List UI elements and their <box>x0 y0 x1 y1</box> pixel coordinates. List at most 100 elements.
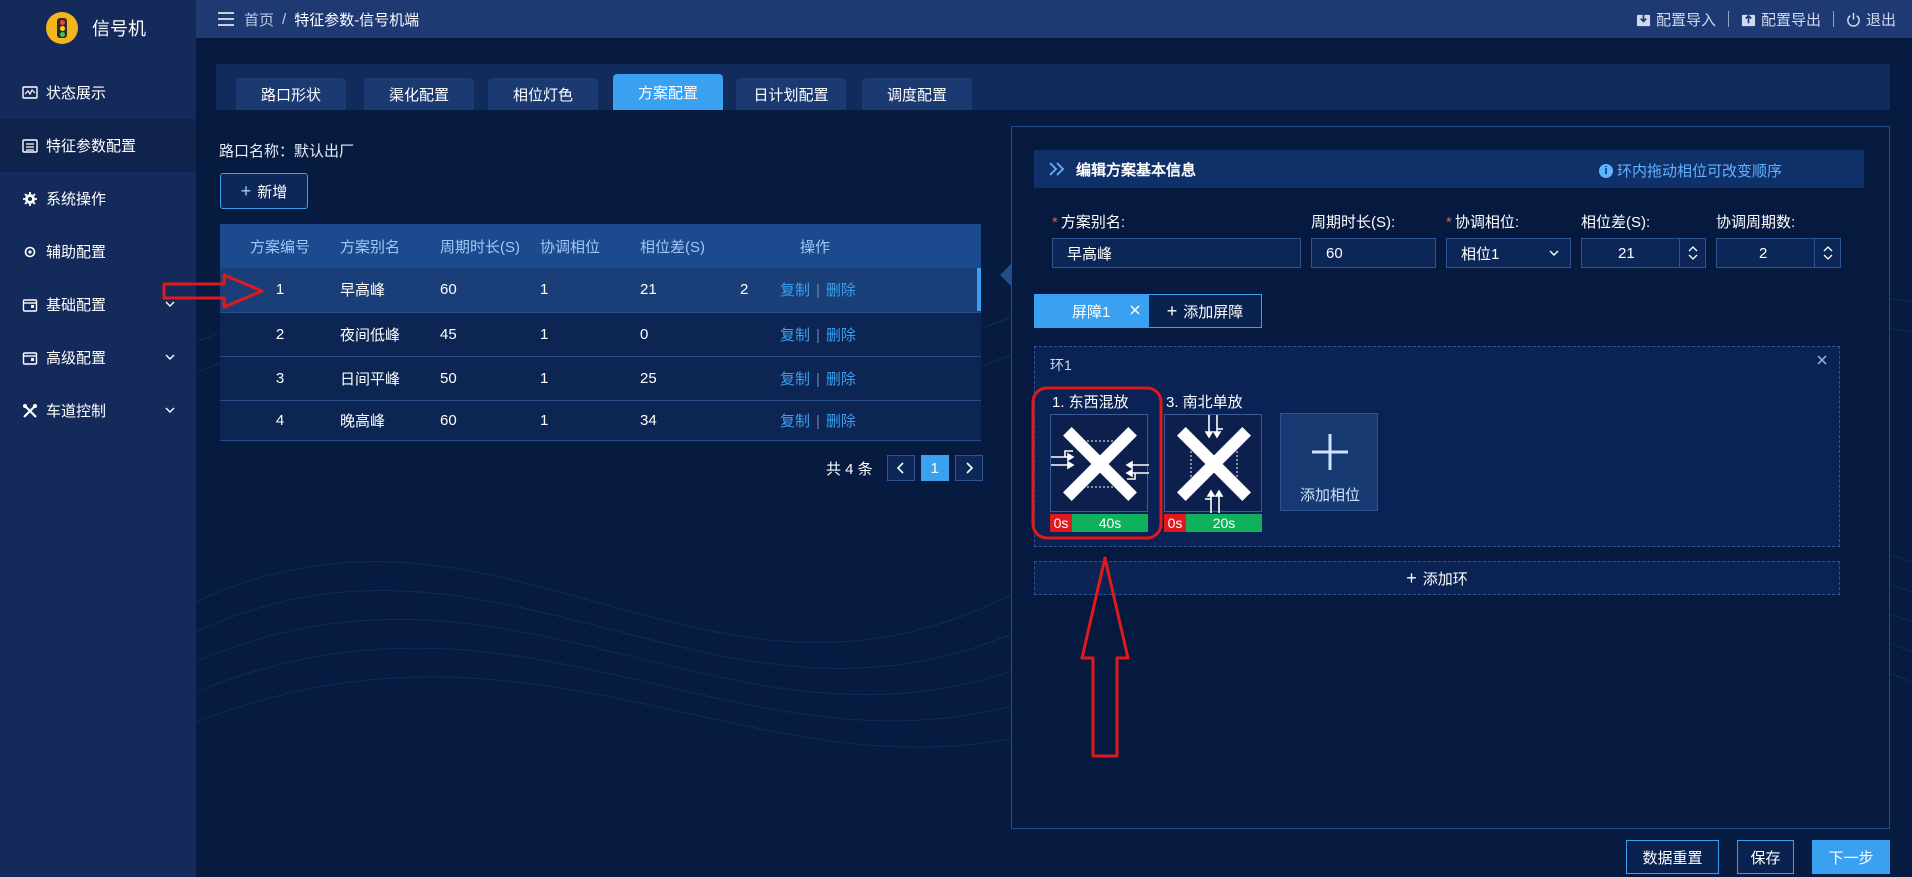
plan-cycle: 60 <box>440 268 540 313</box>
phase-title: 3. 南北单放 <box>1166 394 1243 411</box>
coord-phase-select[interactable]: 相位1 <box>1446 238 1571 268</box>
table-row[interactable]: 3 日间平峰 50 1 25 复制 | 删除 <box>220 356 981 401</box>
table-row[interactable]: 4 晚高峰 60 1 34 复制 | 删除 <box>220 400 981 441</box>
phase-card[interactable]: 3. 南北单放 0s 20s <box>1164 391 1262 532</box>
header-divider <box>1832 11 1834 27</box>
row-actions: 复制 | 删除 <box>780 312 981 357</box>
delete-link[interactable]: 删除 <box>826 327 856 344</box>
cycle-input[interactable]: 60 <box>1311 238 1436 268</box>
add-ring-button[interactable]: + 添加环 <box>1034 561 1840 595</box>
plus-icon: + <box>1406 567 1417 588</box>
plan-cycle: 45 <box>440 312 540 357</box>
chevron-down-icon <box>1549 250 1559 256</box>
coord-phase-label: * 协调相位: <box>1446 211 1519 232</box>
coord-cycles-label: 协调周期数: <box>1716 214 1796 231</box>
stepper-arrows[interactable] <box>1679 239 1705 267</box>
delete-link[interactable]: 删除 <box>826 282 856 299</box>
tab-intersection-shape[interactable]: 路口形状 <box>236 78 346 110</box>
crossing-name-value: 默认出厂 <box>294 143 355 160</box>
table-row[interactable]: 2 夜间低峰 45 1 0 复制 | 删除 <box>220 312 981 357</box>
phase-diagram <box>1164 414 1263 513</box>
sidebar-item-basic-config[interactable]: 基础配置 <box>0 278 196 331</box>
column-header: 相位差(S) <box>640 224 740 268</box>
chevron-left-icon <box>896 462 904 474</box>
plus-icon: + <box>1166 300 1178 321</box>
page-button-current[interactable]: 1 <box>920 455 949 481</box>
sidebar-item-label: 基础配置 <box>46 297 107 314</box>
sidebar-item-lane-control[interactable]: 车道控制 <box>0 384 196 437</box>
breadcrumb-separator: / <box>282 10 287 28</box>
table-row[interactable]: 1 早高峰 60 1 21 2 复制 | 删除 <box>220 268 981 313</box>
add-barrier-label: 添加屏障 <box>1183 303 1244 321</box>
add-barrier-button[interactable]: + 添加屏障 <box>1148 294 1262 328</box>
tab-schedule[interactable]: 调度配置 <box>862 78 972 110</box>
next-step-button[interactable]: 下一步 <box>1812 840 1890 874</box>
close-icon[interactable] <box>1128 303 1142 317</box>
action-divider: | <box>816 370 820 388</box>
close-icon[interactable] <box>1815 353 1829 367</box>
ring-container: 环1 1. 东西混放 0s 40s 3. 南北单放 0s 20s 添加相位 <box>1034 346 1840 547</box>
plan-offset: 0 <box>640 312 740 357</box>
breadcrumb-home[interactable]: 首页 <box>244 9 274 30</box>
tab-phase-lights[interactable]: 相位灯色 <box>488 78 598 110</box>
sidebar-item-system-ops[interactable]: 系统操作 <box>0 172 196 225</box>
pagination: 共 4 条 1 <box>826 455 983 481</box>
delete-link[interactable]: 删除 <box>826 371 856 388</box>
plan-number: 3 <box>220 356 340 401</box>
next-page-button[interactable] <box>954 455 983 481</box>
menu-icon[interactable] <box>218 12 234 26</box>
coord-cycles-stepper[interactable]: 2 <box>1716 238 1841 268</box>
gear-icon <box>22 191 38 207</box>
tab-channelization[interactable]: 渠化配置 <box>364 78 474 110</box>
chevron-up-icon <box>1688 246 1697 252</box>
tab-day-plan[interactable]: 日计划配置 <box>736 78 846 110</box>
logout-button[interactable]: 退出 <box>1846 9 1896 30</box>
offset-stepper[interactable]: 21 <box>1581 238 1706 268</box>
config-import-button[interactable]: 配置导入 <box>1636 9 1716 30</box>
phase-card[interactable]: 1. 东西混放 0s 40s <box>1050 391 1149 532</box>
red-time: 0s <box>1164 514 1186 532</box>
add-phase-button[interactable]: 添加相位 <box>1280 413 1378 511</box>
plan-offset: 25 <box>640 356 740 401</box>
tab-plan-config[interactable]: 方案配置 <box>613 74 723 110</box>
copy-link[interactable]: 复制 <box>780 371 810 388</box>
prev-page-button[interactable] <box>886 455 915 481</box>
copy-link[interactable]: 复制 <box>780 282 810 299</box>
plan-number: 2 <box>220 312 340 357</box>
close-icon[interactable] <box>1051 415 1149 513</box>
drag-hint: i 环内拖动相位可改变顺序 <box>1598 160 1782 181</box>
sidebar-item-status[interactable]: 状态展示 <box>0 66 196 119</box>
drag-hint-text: 环内拖动相位可改变顺序 <box>1616 163 1782 180</box>
traffic-light-icon <box>46 12 78 44</box>
phase-diagram <box>1050 414 1149 513</box>
config-export-button[interactable]: 配置导出 <box>1741 9 1821 30</box>
sidebar-item-aux-config[interactable]: 辅助配置 <box>0 225 196 278</box>
config-export-label: 配置导出 <box>1760 11 1821 29</box>
copy-link[interactable]: 复制 <box>780 413 810 430</box>
green-time: 20s <box>1186 514 1262 532</box>
alias-input[interactable]: 早高峰 <box>1052 238 1301 268</box>
sidebar-item-feature-params[interactable]: 特征参数配置 <box>0 119 196 172</box>
column-header: 操作 <box>780 224 981 268</box>
stepper-arrows[interactable] <box>1814 239 1840 267</box>
plan-coord-cycles <box>740 400 780 441</box>
required-mark: * <box>1446 214 1452 231</box>
plan-alias: 晚高峰 <box>340 400 440 441</box>
barrier-tab[interactable]: 屏障1 <box>1034 294 1148 328</box>
chevron-down-icon <box>165 407 175 413</box>
save-button[interactable]: 保存 <box>1737 840 1794 874</box>
delete-link[interactable]: 删除 <box>826 413 856 430</box>
tools-icon <box>22 403 38 419</box>
data-reset-button[interactable]: 数据重置 <box>1626 840 1719 874</box>
copy-link[interactable]: 复制 <box>780 327 810 344</box>
plan-coord-phase: 1 <box>540 400 640 441</box>
column-header: 方案别名 <box>340 224 440 268</box>
alias-input-value: 早高峰 <box>1067 245 1113 263</box>
close-icon[interactable] <box>1165 415 1263 513</box>
selected-row-indicator <box>977 268 981 311</box>
coord-cycles-value: 2 <box>1759 244 1768 262</box>
sidebar-item-advanced-config[interactable]: 高级配置 <box>0 331 196 384</box>
add-plan-button[interactable]: + 新增 <box>220 173 308 209</box>
monitor-icon <box>22 85 38 101</box>
alias-label: * 方案别名: <box>1052 211 1125 232</box>
